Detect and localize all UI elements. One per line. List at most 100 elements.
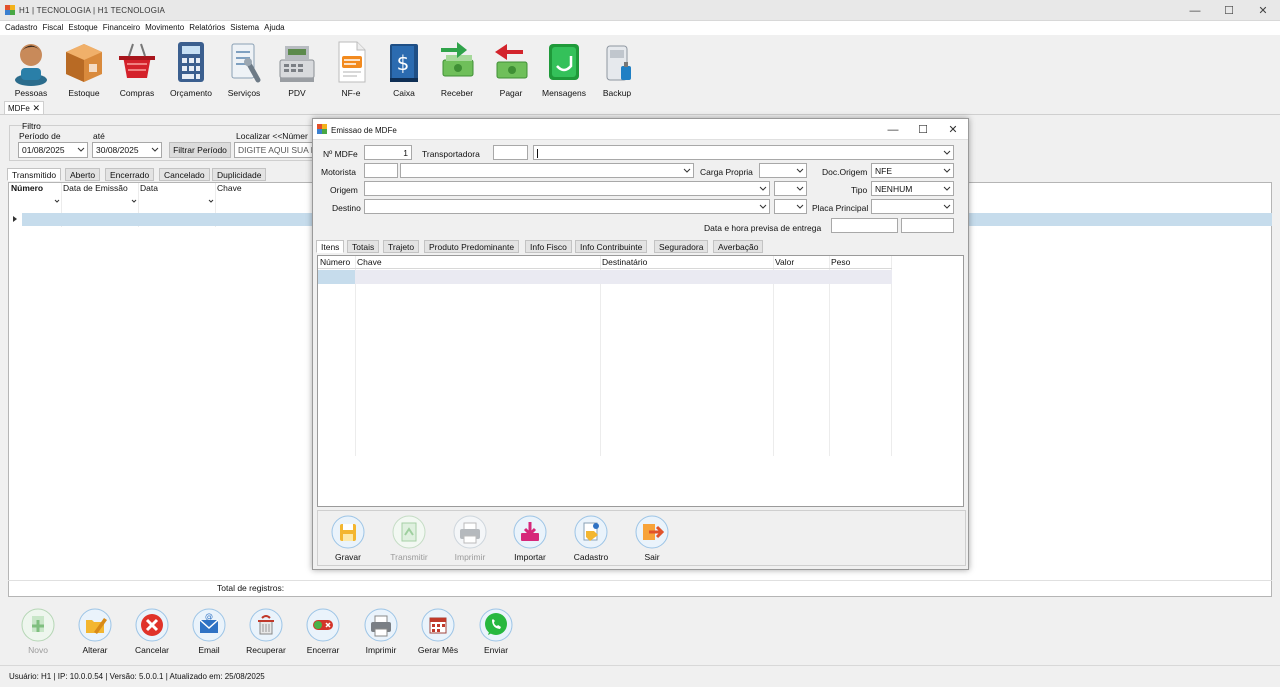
- toolbar-caixa-button[interactable]: $ Caixa: [374, 35, 434, 98]
- carga-propria-select[interactable]: [759, 163, 807, 178]
- calendar-icon: [421, 608, 455, 642]
- cash-book-icon: $: [390, 44, 418, 82]
- origem-uf-select[interactable]: [774, 181, 807, 196]
- gerar-mes-button[interactable]: Gerar Mês: [409, 608, 467, 655]
- alterar-label: Alterar: [82, 645, 108, 655]
- menu-ajuda[interactable]: Ajuda: [264, 21, 284, 35]
- tab-seguradora[interactable]: Seguradora: [654, 240, 709, 253]
- toolbar-pdv-button[interactable]: PDV: [267, 35, 327, 98]
- itens-grid[interactable]: Número Chave Destinatário Valor Peso: [317, 255, 964, 507]
- imprimir-button[interactable]: Imprimir: [352, 608, 410, 655]
- alterar-button[interactable]: Alterar: [66, 608, 124, 655]
- tab-info-contribuinte[interactable]: Info Contribuinte: [575, 240, 648, 253]
- dialog-minimize-button[interactable]: —: [878, 119, 908, 140]
- date-to-picker[interactable]: 30/08/2025: [92, 142, 162, 158]
- toolbar-pagar-button[interactable]: Pagar: [481, 35, 541, 98]
- tab-averbacao[interactable]: Averbação: [713, 240, 764, 253]
- tab-transmitido[interactable]: Transmitido: [7, 168, 62, 181]
- maximize-button[interactable]: ☐: [1212, 0, 1246, 21]
- menu-estoque[interactable]: Estoque: [68, 21, 97, 35]
- origem-select[interactable]: [364, 181, 770, 196]
- tab-trajeto[interactable]: Trajeto: [383, 240, 420, 253]
- column-header-numero[interactable]: Número: [320, 257, 350, 267]
- novo-button[interactable]: Novo: [9, 608, 67, 655]
- close-window-button[interactable]: ✕: [1246, 0, 1280, 21]
- dialog-close-button[interactable]: ✕: [938, 119, 968, 140]
- placa-principal-select[interactable]: [871, 199, 954, 214]
- sair-button[interactable]: Sair: [624, 515, 680, 562]
- chevron-down-icon: [943, 186, 951, 191]
- destino-select[interactable]: [364, 199, 770, 214]
- hora-entrega-input[interactable]: [901, 218, 954, 233]
- date-from-value: 01/08/2025: [22, 145, 65, 155]
- toolbar-mensagens-button[interactable]: Mensagens: [534, 35, 594, 98]
- column-header-valor[interactable]: Valor: [775, 257, 794, 267]
- tab-encerrado[interactable]: Encerrado: [105, 168, 155, 181]
- date-from-picker[interactable]: 01/08/2025: [18, 142, 88, 158]
- chevron-down-icon: [943, 168, 951, 173]
- email-button[interactable]: @ Email: [180, 608, 238, 655]
- tab-duplicidade[interactable]: Duplicidade: [212, 168, 267, 181]
- motorista-code-input[interactable]: [364, 163, 398, 178]
- menu-cadastro[interactable]: Cadastro: [5, 21, 37, 35]
- enviar-button[interactable]: Enviar: [467, 608, 525, 655]
- table-row[interactable]: [355, 270, 892, 284]
- filter-dropdown-icon[interactable]: [131, 199, 137, 204]
- status-text: Usuário: H1 | IP: 10.0.0.54 | Versão: 5.…: [9, 672, 265, 681]
- menu-movimento[interactable]: Movimento: [145, 21, 184, 35]
- selected-cell[interactable]: [318, 270, 355, 284]
- recuperar-button[interactable]: Recuperar: [237, 608, 295, 655]
- transportadora-code-input[interactable]: [493, 145, 528, 160]
- transmitir-button[interactable]: Transmitir: [381, 515, 437, 562]
- menu-relatorios[interactable]: Relatórios: [189, 21, 225, 35]
- column-header-peso[interactable]: Peso: [831, 257, 850, 267]
- tipo-select[interactable]: NENHUM: [871, 181, 954, 196]
- menu-fiscal[interactable]: Fiscal: [42, 21, 63, 35]
- search-input[interactable]: DIGITE AQUI SUA P: [234, 142, 314, 158]
- doc-origem-select[interactable]: NFE: [871, 163, 954, 178]
- menu-financeiro[interactable]: Financeiro: [103, 21, 140, 35]
- email-label: Email: [198, 645, 220, 655]
- toolbar-estoque-button[interactable]: Estoque: [54, 35, 114, 98]
- motorista-select[interactable]: [400, 163, 694, 178]
- svg-text:@: @: [205, 612, 213, 621]
- tab-produto-predominante[interactable]: Produto Predominante: [424, 240, 520, 253]
- filter-dropdown-icon[interactable]: [54, 199, 60, 204]
- toolbar-backup-button[interactable]: Backup: [587, 35, 647, 98]
- toolbar-nfe-button[interactable]: NF-e: [321, 35, 381, 98]
- tab-aberto[interactable]: Aberto: [65, 168, 101, 181]
- tipo-label: Tipo: [851, 185, 868, 195]
- column-header-data-emissao[interactable]: Data de Emissão: [63, 183, 128, 193]
- toolbar-orcamento-button[interactable]: Orçamento: [161, 35, 221, 98]
- data-entrega-input[interactable]: [831, 218, 898, 233]
- cancelar-button[interactable]: Cancelar: [123, 608, 181, 655]
- toolbar-receber-button[interactable]: Receber: [427, 35, 487, 98]
- importar-button[interactable]: Importar: [502, 515, 558, 562]
- tab-info-fisco[interactable]: Info Fisco: [525, 240, 572, 253]
- menu-sistema[interactable]: Sistema: [230, 21, 259, 35]
- encerrar-label: Encerrar: [306, 645, 340, 655]
- toolbar-pessoas-button[interactable]: Pessoas: [1, 35, 61, 98]
- column-header-destinatario[interactable]: Destinatário: [602, 257, 647, 267]
- tab-itens[interactable]: Itens: [316, 240, 345, 253]
- dialog-imprimir-button[interactable]: Imprimir: [442, 515, 498, 562]
- tab-totais[interactable]: Totais: [347, 240, 380, 253]
- column-header-chave[interactable]: Chave: [357, 257, 382, 267]
- filter-period-button[interactable]: Filtrar Período: [169, 142, 231, 158]
- dialog-maximize-button[interactable]: ☐: [908, 119, 938, 140]
- filter-dropdown-icon[interactable]: [208, 199, 214, 204]
- column-header-chave[interactable]: Chave: [217, 183, 242, 193]
- cadastro-button[interactable]: Cadastro: [563, 515, 619, 562]
- toolbar-compras-button[interactable]: Compras: [107, 35, 167, 98]
- encerrar-button[interactable]: Encerrar: [294, 608, 352, 655]
- gravar-button[interactable]: Gravar: [320, 515, 376, 562]
- column-header-data[interactable]: Data: [140, 183, 158, 193]
- transportadora-select[interactable]: [533, 145, 954, 160]
- destino-uf-select[interactable]: [774, 199, 807, 214]
- toolbar-servicos-button[interactable]: Serviços: [214, 35, 274, 98]
- doc-tab-mdfe[interactable]: MDFe ✕: [4, 101, 44, 115]
- tab-cancelado[interactable]: Cancelado: [159, 168, 210, 181]
- nro-mdfe-input[interactable]: 1: [364, 145, 412, 160]
- column-header-numero[interactable]: Número: [11, 183, 43, 193]
- minimize-button[interactable]: —: [1178, 0, 1212, 21]
